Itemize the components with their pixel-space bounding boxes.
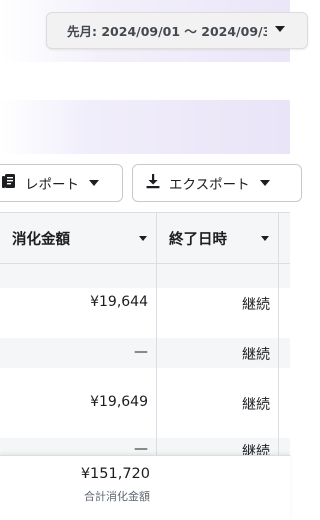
caret-down-icon (275, 26, 285, 32)
total-spend-value: ¥151,720 (80, 466, 150, 482)
column-header-spend-label: 消化金額 (12, 231, 70, 248)
report-button[interactable]: レポート (0, 164, 123, 202)
export-button[interactable]: エクスポート (132, 164, 302, 202)
date-range-label: 先月: 2024/09/01 〜 2024/09/30 (67, 24, 267, 39)
column-header-spend[interactable]: 消化金額 (12, 213, 70, 263)
report-icon (1, 173, 17, 193)
filter-band (0, 100, 290, 154)
caret-down-icon[interactable] (139, 236, 147, 241)
export-button-label: エクスポート (169, 177, 250, 193)
report-button-label: レポート (25, 177, 79, 193)
table-row[interactable]: ¥19,649 継続 (0, 394, 290, 420)
spend-cell: ¥19,644 (90, 294, 148, 310)
column-header-end-time[interactable]: 終了日時 (169, 213, 227, 263)
download-icon (145, 173, 161, 193)
caret-down-icon[interactable] (261, 236, 269, 241)
spend-cell: ¥19,649 (90, 394, 148, 410)
date-range-picker[interactable]: 先月: 2024/09/01 〜 2024/09/30 (46, 12, 308, 49)
row-stripe (0, 264, 290, 288)
end-time-cell: 継続 (242, 397, 270, 413)
end-time-cell: 継続 (242, 297, 270, 313)
table-header-row: 消化金額 終了日時 (0, 212, 290, 264)
column-header-end-time-label: 終了日時 (169, 231, 227, 248)
end-time-cell: 継続 (242, 347, 270, 363)
table-row[interactable]: — 継続 (0, 344, 290, 370)
table-row[interactable]: ¥19,644 継続 (0, 294, 290, 320)
caret-down-icon (259, 180, 270, 186)
caret-down-icon (89, 180, 99, 186)
spend-cell: — (134, 344, 148, 360)
table-footer: ¥151,720 合計消化金額 (0, 455, 290, 520)
total-spend-label: 合計消化金額 (84, 490, 150, 503)
